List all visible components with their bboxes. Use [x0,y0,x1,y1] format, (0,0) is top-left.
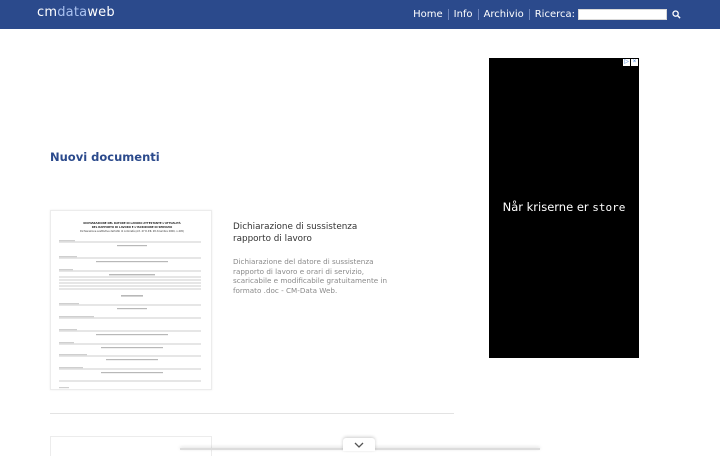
nav-separator [447,9,449,20]
nav-archivio-link[interactable]: Archivio [484,9,524,20]
logo-mid: data [57,5,88,20]
logo-suffix: web [87,5,115,20]
main-nav: Home Info Archivio Ricerca: [413,0,682,29]
svg-text:DEL RAPPORTO DI LAVORO E L'ISC: DEL RAPPORTO DI LAVORO E L'ISCRIZIONE DI… [92,225,173,229]
document-card: DICHIARAZIONE DEL DATORE DI LAVORO ATTES… [50,210,454,414]
search-icon[interactable] [670,9,682,21]
top-navbar: cmdataweb Home Info Archivio Ricerca: [0,0,720,29]
advertisement-banner[interactable]: ▷ × Når kriserne er store [489,58,639,358]
ad-headline: Når kriserne er store [489,200,639,214]
ad-info-icon[interactable]: ▷ [623,59,630,66]
document-description: Dichiarazione del datore di sussistenza … [233,257,388,295]
svg-text:DICHIARAZIONE DEL DATORE DI LA: DICHIARAZIONE DEL DATORE DI LAVORO ATTES… [83,220,180,225]
ad-brand: store [592,201,626,214]
search-input[interactable] [578,9,667,20]
nav-info-link[interactable]: Info [454,9,473,20]
search-label: Ricerca: [534,9,575,20]
ad-headline-text: Når kriserne er [502,200,589,214]
section-title: Nuovi documenti [50,150,160,164]
svg-text:Dichiarazione sostitutiva dell: Dichiarazione sostitutiva dell'atto di n… [80,230,184,233]
nav-home-link[interactable]: Home [413,9,443,20]
chevron-down-icon[interactable] [343,438,375,451]
ad-choices[interactable]: ▷ × [622,59,638,66]
ad-close-icon[interactable]: × [631,59,638,66]
nav-separator [477,9,479,20]
document-thumbnail[interactable]: DICHIARAZIONE DEL DATORE DI LAVORO ATTES… [50,210,212,390]
logo-prefix: cm [37,5,58,20]
site-logo[interactable]: cmdataweb [37,5,115,20]
document-thumbnail-next[interactable] [50,436,212,456]
document-title-link[interactable]: Dichiarazione di sussistenza rapporto di… [233,221,398,245]
nav-separator [528,9,530,20]
